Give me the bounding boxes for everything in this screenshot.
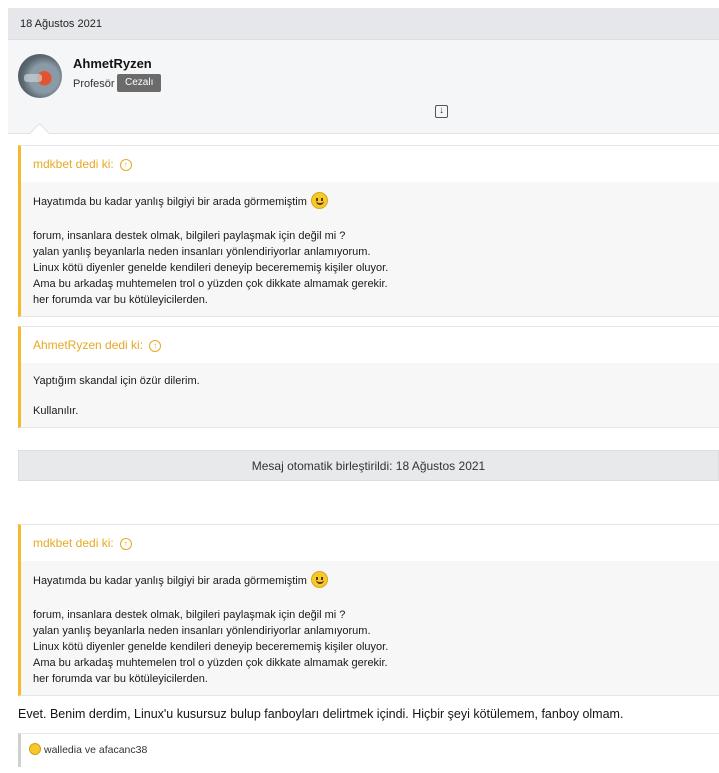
quote-author[interactable]: mdkbet dedi ki: ↑: [21, 525, 719, 561]
quote-body: Hayatımda bu kadar yanlış bilgiyi bir ar…: [21, 182, 719, 316]
avatar[interactable]: [18, 54, 62, 98]
quote-body: Hayatımda bu kadar yanlış bilgiyi bir ar…: [21, 561, 719, 695]
quote-body: Yaptığım skandal için özür dilerim. Kull…: [21, 363, 719, 427]
user-info: AhmetRyzen Profesör Cezalı ↓: [8, 40, 719, 145]
arrow-up-circle-icon[interactable]: ↑: [119, 158, 132, 171]
post-container: 18 Ağustos 2021 AhmetRyzen Profesör Ceza…: [8, 8, 719, 773]
arrow-up-circle-icon[interactable]: ↑: [149, 339, 162, 352]
user-role: Profesör: [73, 78, 115, 90]
reactions-users[interactable]: walledia ve afacanc38: [44, 744, 147, 756]
download-icon[interactable]: ↓: [435, 105, 448, 118]
smiley-icon: [310, 192, 328, 209]
quote-block: AhmetRyzen dedi ki: ↑ Yaptığım skandal iç…: [18, 326, 719, 428]
arrow-up-circle-icon[interactable]: ↑: [119, 537, 132, 550]
status-badge: Cezalı: [117, 74, 162, 92]
quote-author[interactable]: AhmetRyzen dedi ki: ↑: [21, 327, 719, 363]
reply-text: Evet. Benim derdim, Linux'u kusursuz bul…: [18, 707, 624, 721]
quote-block: mdkbet dedi ki: ↑ Hayatımda bu kadar yanl…: [18, 524, 719, 696]
post-date: 18 Ağustos 2021: [8, 8, 719, 40]
username[interactable]: AhmetRyzen: [73, 56, 152, 71]
reactions-bar[interactable]: walledia ve afacanc38: [18, 733, 719, 767]
quote-block: mdkbet dedi ki: ↑ Hayatımda bu kadar yanl…: [18, 145, 719, 317]
laugh-reaction-icon: [29, 743, 41, 755]
quote-author[interactable]: mdkbet dedi ki: ↑: [21, 146, 719, 182]
caret: [28, 122, 51, 145]
merged-notice: Mesaj otomatik birleştirildi: 18 Ağustos…: [18, 450, 719, 481]
smiley-icon: [310, 571, 328, 588]
